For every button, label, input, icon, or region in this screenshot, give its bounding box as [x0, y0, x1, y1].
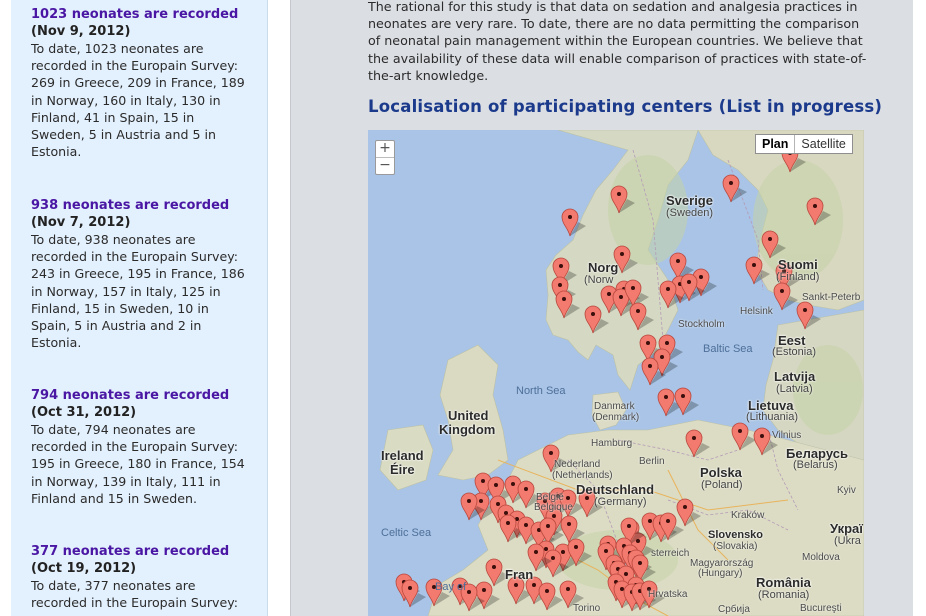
map-label-ireland: Ireland	[381, 448, 424, 463]
map-label-stockholm: Stockholm	[678, 319, 725, 330]
map-label-krakow: Kraków	[731, 510, 765, 521]
map-label-hungary: (Hungary)	[698, 568, 743, 579]
news-item: 938 neonates are recorded (Nov 7, 2012) …	[31, 197, 261, 351]
map-label-belgique: Belgique	[534, 502, 573, 513]
news-date: (Nov 9, 2012)	[31, 24, 131, 39]
page-right-margin	[913, 0, 926, 616]
map-label-danmark: Danmark	[594, 401, 635, 412]
map-label-lithuania: (Lithuania)	[746, 411, 798, 423]
map-label-vilnius: Vilnius	[772, 430, 802, 441]
map-label-eire: Éire	[390, 462, 415, 477]
map-label-belarus: (Belarus)	[793, 459, 838, 471]
news-item: 1023 neonates are recorded (Nov 9, 2012)…	[31, 6, 261, 160]
map-label-united-kingdom-1: United	[448, 408, 489, 423]
news-body: To date, 377 neonates are recorded in th…	[31, 578, 239, 611]
news-title-link[interactable]: 938 neonates are recorded	[31, 197, 261, 214]
section-title: Localisation of participating centers (L…	[368, 97, 883, 116]
map-label-finland: (Finland)	[776, 271, 820, 283]
map-label-latvija: Latvija	[774, 369, 816, 384]
news-title-link[interactable]: 377 neonates are recorded	[31, 543, 261, 560]
map-label-sankt-peterburg: Sankt-Peterb	[802, 292, 861, 303]
news-date: (Nov 7, 2012)	[31, 215, 131, 230]
map-label-north-sea: North Sea	[516, 385, 566, 397]
map-label-norge: Norg	[588, 260, 619, 275]
zoom-in-button[interactable]: +	[376, 141, 394, 157]
map-label-slovakia: (Slovakia)	[713, 541, 758, 552]
map-label-denmark: (Denmark)	[592, 412, 640, 423]
map-label-france: Fran	[505, 567, 534, 582]
map-label-torino: Torino	[573, 603, 601, 614]
map-type-plan-button[interactable]: Plan	[756, 135, 796, 153]
map-label-romania: România	[756, 575, 811, 590]
map-label-polska: Polska	[700, 465, 742, 480]
map-label-united-kingdom-2: Kingdom	[439, 422, 496, 437]
map-label-germany: (Germany)	[594, 496, 647, 508]
map-label-latvia: (Latvia)	[776, 383, 813, 395]
news-body: To date, 794 neonates are recorded in th…	[31, 422, 245, 506]
map-label-sweden: (Sweden)	[666, 207, 714, 219]
news-body: To date, 938 neonates are recorded in th…	[31, 232, 245, 351]
news-body: To date, 1023 neonates are recorded in t…	[31, 41, 245, 160]
news-title-link[interactable]: 794 neonates are recorded	[31, 387, 261, 404]
zoom-out-button[interactable]: −	[376, 157, 394, 174]
map-zoom-control: + −	[375, 140, 395, 175]
map-label-suomi: Suomi	[778, 257, 818, 272]
map-label-poland: (Poland)	[701, 479, 743, 491]
map-label-ukraina: Украї	[830, 521, 863, 536]
map-label-celtic-sea: Celtic Sea	[381, 527, 432, 539]
map-label-hrvatska: Hrvatska	[648, 589, 688, 600]
map-label-osterreich: sterreich	[651, 548, 690, 559]
news-item: 377 neonates are recorded (Oct 19, 2012)…	[31, 543, 261, 611]
map-label-ukraine: (Ukra	[834, 535, 861, 547]
map-label-nederland: Nederland	[554, 459, 601, 470]
column-gap	[268, 0, 290, 616]
map-label-helsinki: Helsink	[740, 306, 773, 317]
map-label-bay-of: Bay of	[435, 581, 467, 593]
map-label-netherlands: (Netherlands)	[552, 470, 613, 481]
map-label-romania-en: (Romania)	[758, 589, 810, 601]
news-date: (Oct 19, 2012)	[31, 561, 137, 576]
map-label-baltic-sea: Baltic Sea	[703, 343, 753, 355]
map-label-norway: (Norw	[584, 274, 614, 286]
news-title-link[interactable]: 1023 neonates are recorded	[31, 6, 261, 23]
map-label-slovensko: Slovensko	[708, 529, 764, 541]
map-label-srbija: Србија	[718, 604, 750, 615]
news-date: (Oct 31, 2012)	[31, 405, 137, 420]
map-label-kyiv: Kyiv	[837, 485, 856, 496]
map-label-hamburg: Hamburg	[591, 438, 633, 449]
map-label-berlin: Berlin	[639, 456, 665, 467]
map-label-estonia: (Estonia)	[772, 346, 817, 358]
map-label-moldova: Moldova	[802, 552, 840, 563]
page-left-margin	[0, 0, 11, 616]
map-label-sverige: Sverige	[666, 193, 713, 208]
google-map[interactable]: + − Plan Satellite Sverige (Sweden) Norg…	[368, 130, 864, 616]
intro-paragraph: The rational for this study is that data…	[368, 0, 867, 83]
news-item: 794 neonates are recorded (Oct 31, 2012)…	[31, 387, 261, 507]
news-sidebar: 1023 neonates are recorded (Nov 9, 2012)…	[11, 0, 268, 616]
map-label-bucuresti: Bucureşti	[800, 603, 842, 614]
map-type-control: Plan Satellite	[755, 134, 853, 154]
map-type-satellite-button[interactable]: Satellite	[795, 135, 851, 153]
map-label-deutschland: Deutschland	[576, 482, 655, 497]
